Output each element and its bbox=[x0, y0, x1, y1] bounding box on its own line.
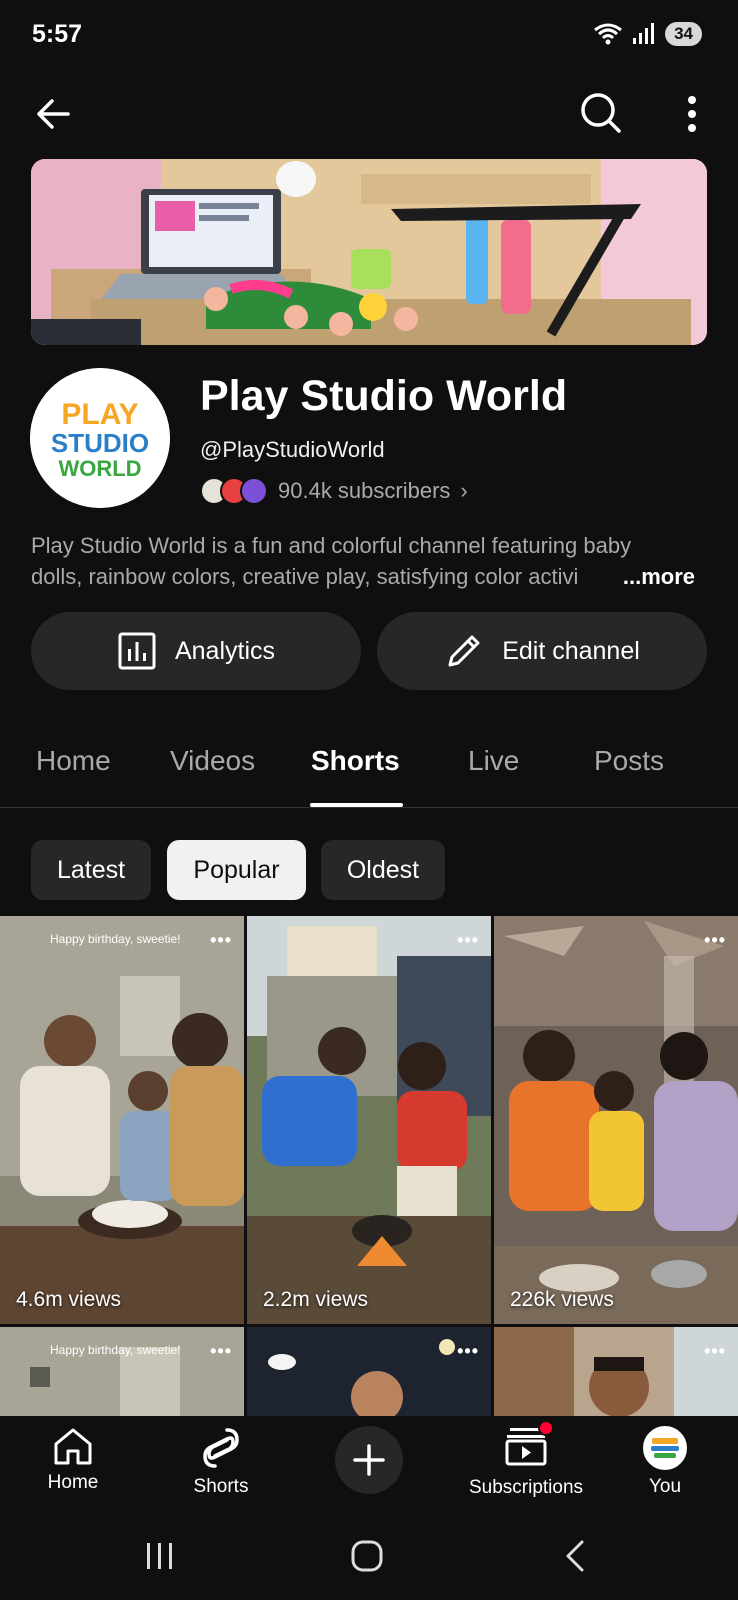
svg-text:PLAY: PLAY bbox=[61, 398, 138, 431]
description-more-link[interactable]: ...more bbox=[592, 561, 695, 592]
tab-posts[interactable]: Posts bbox=[594, 745, 664, 777]
status-icons: 34 bbox=[593, 22, 702, 46]
analytics-label: Analytics bbox=[174, 636, 276, 665]
short-thumbnail bbox=[494, 916, 738, 1324]
nav-subscriptions[interactable]: Subscriptions bbox=[451, 1420, 601, 1499]
short-more-icon[interactable]: ••• bbox=[704, 1341, 726, 1362]
recent-apps-icon bbox=[147, 1543, 172, 1569]
short-thumbnail bbox=[0, 1327, 244, 1416]
short-item[interactable]: ••• bbox=[247, 1327, 491, 1416]
shorts-icon bbox=[203, 1428, 239, 1468]
back-button[interactable] bbox=[30, 90, 78, 138]
channel-tabs: Home Videos Shorts Live Posts bbox=[0, 715, 738, 808]
nav-shorts-label: Shorts bbox=[193, 1476, 249, 1497]
short-item[interactable]: ••• 2.2m views bbox=[247, 916, 491, 1324]
channel-avatar[interactable]: PLAY STUDIO WORLD bbox=[30, 368, 170, 508]
short-more-icon[interactable]: ••• bbox=[704, 930, 726, 951]
status-time: 5:57 bbox=[32, 20, 83, 48]
channel-description[interactable]: Play Studio World is a fun and colorful … bbox=[31, 530, 711, 592]
create-button[interactable] bbox=[335, 1426, 403, 1494]
chip-popular[interactable]: Popular bbox=[167, 840, 306, 900]
svg-text:STUDIO: STUDIO bbox=[51, 428, 149, 458]
short-more-icon[interactable]: ••• bbox=[457, 930, 479, 951]
you-avatar bbox=[643, 1426, 687, 1470]
analytics-icon bbox=[118, 632, 156, 670]
channel-logo: PLAY STUDIO WORLD bbox=[30, 368, 170, 508]
battery-indicator: 34 bbox=[665, 22, 702, 46]
short-views: 226k views bbox=[510, 1288, 614, 1311]
system-back-button[interactable] bbox=[545, 1531, 605, 1581]
system-navigation-bar bbox=[0, 1511, 738, 1600]
wifi-icon bbox=[594, 23, 622, 45]
signal-icon bbox=[633, 23, 655, 44]
plus-icon bbox=[353, 1444, 385, 1476]
search-icon bbox=[581, 93, 621, 133]
svg-text:WORLD: WORLD bbox=[58, 456, 141, 481]
nav-you[interactable]: You bbox=[600, 1426, 730, 1498]
search-button[interactable] bbox=[576, 88, 624, 136]
nav-home[interactable]: Home bbox=[8, 1426, 138, 1494]
tab-videos[interactable]: Videos bbox=[170, 745, 255, 777]
shorts-grid: Happy birthday, sweetie! ••• 4.6m views … bbox=[0, 916, 738, 1416]
home-icon bbox=[54, 1428, 92, 1465]
short-item[interactable]: ••• bbox=[494, 1327, 738, 1416]
back-chevron-icon bbox=[566, 1540, 584, 1572]
banner-image bbox=[31, 159, 707, 345]
nav-subscriptions-label: Subscriptions bbox=[468, 1477, 584, 1498]
channel-banner[interactable] bbox=[31, 159, 707, 345]
short-thumbnail bbox=[247, 916, 491, 1324]
short-thumbnail bbox=[247, 1327, 491, 1416]
description-line-1: Play Studio World is a fun and colorful … bbox=[31, 533, 632, 558]
edit-channel-label: Edit channel bbox=[502, 636, 640, 665]
subscribers-row[interactable]: 90.4k subscribers › bbox=[200, 474, 468, 508]
analytics-button[interactable]: Analytics bbox=[31, 612, 361, 690]
subscriber-avatars bbox=[200, 477, 268, 505]
tab-shorts[interactable]: Shorts bbox=[311, 745, 400, 777]
short-item[interactable]: ••• 226k views bbox=[494, 916, 738, 1324]
bottom-navigation: Home Shorts Subscriptions You bbox=[0, 1416, 738, 1511]
channel-logo-small bbox=[645, 1428, 685, 1468]
tab-home[interactable]: Home bbox=[36, 745, 111, 777]
pencil-icon bbox=[448, 635, 480, 667]
notification-dot bbox=[538, 1420, 554, 1436]
home-button-icon bbox=[351, 1540, 383, 1572]
more-vertical-icon bbox=[688, 96, 696, 132]
nav-you-label: You bbox=[648, 1476, 682, 1497]
short-caption: Happy birthday, sweetie! bbox=[50, 932, 181, 946]
chevron-right-icon: › bbox=[460, 478, 468, 503]
short-caption: Happy birthday, sweetie! bbox=[50, 1343, 181, 1357]
subscriber-count: 90.4k subscribers bbox=[278, 478, 451, 503]
subscriber-avatar bbox=[240, 477, 268, 505]
short-item[interactable]: Happy birthday, sweetie! ••• 4.6m views bbox=[0, 916, 244, 1324]
more-options-button[interactable] bbox=[672, 90, 712, 138]
nav-shorts[interactable]: Shorts bbox=[156, 1426, 286, 1498]
short-views: 4.6m views bbox=[16, 1288, 122, 1311]
subscriptions-icon-wrap bbox=[504, 1420, 554, 1471]
edit-channel-button[interactable]: Edit channel bbox=[377, 612, 707, 690]
short-thumbnail bbox=[494, 1327, 738, 1416]
channel-handle: @PlayStudioWorld bbox=[200, 437, 385, 462]
recent-apps-button[interactable] bbox=[130, 1531, 190, 1581]
system-home-button[interactable] bbox=[337, 1531, 397, 1581]
short-more-icon[interactable]: ••• bbox=[210, 1341, 232, 1362]
active-tab-indicator bbox=[310, 803, 403, 807]
tab-live[interactable]: Live bbox=[468, 745, 519, 777]
arrow-left-icon bbox=[37, 99, 70, 129]
chip-oldest[interactable]: Oldest bbox=[321, 840, 445, 900]
channel-name: Play Studio World bbox=[200, 372, 568, 420]
status-bar: 5:57 34 bbox=[0, 0, 738, 72]
short-views: 2.2m views bbox=[263, 1288, 369, 1311]
chip-latest[interactable]: Latest bbox=[31, 840, 151, 900]
short-more-icon[interactable]: ••• bbox=[457, 1341, 479, 1362]
nav-home-label: Home bbox=[47, 1472, 99, 1493]
short-thumbnail bbox=[0, 916, 244, 1324]
short-item[interactable]: Happy birthday, sweetie! ••• bbox=[0, 1327, 244, 1416]
short-more-icon[interactable]: ••• bbox=[210, 930, 232, 951]
